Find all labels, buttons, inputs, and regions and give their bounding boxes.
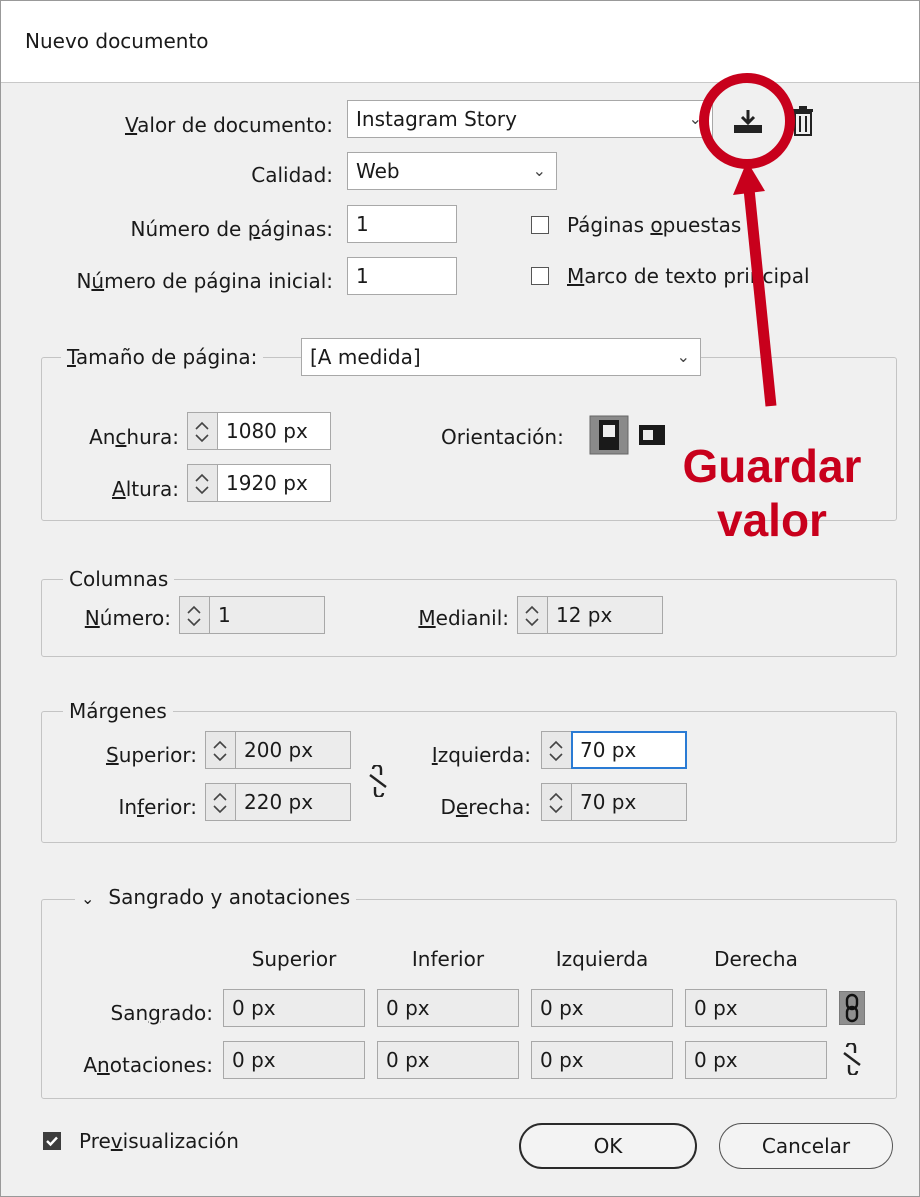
width-input[interactable]: 1080 px (217, 412, 331, 450)
preview-checkbox[interactable] (43, 1132, 61, 1150)
bleed-right-input[interactable]: 0 px (685, 989, 827, 1027)
margin-top-input[interactable]: 200 px (235, 731, 351, 769)
preset-label-rest: alor de documento: (137, 113, 333, 137)
slug-right-input[interactable]: 0 px (685, 1041, 827, 1079)
pages-label-b: áginas: (260, 217, 333, 241)
gutter-stepper[interactable] (517, 596, 547, 634)
bleed-top-input[interactable]: 0 px (223, 989, 365, 1027)
page-size-value: [A medida] (310, 345, 421, 369)
columns-legend: Columnas (63, 567, 175, 591)
bleed-col-left: Izquierda (555, 947, 649, 971)
margin-bottom-stepper[interactable] (205, 783, 235, 821)
height-label: Altura: (112, 477, 179, 501)
bleed-col-top: Superior (251, 947, 337, 971)
bleed-bottom-input[interactable]: 0 px (377, 989, 519, 1027)
title-bar: Nuevo documento (1, 1, 919, 83)
check-icon (46, 1136, 58, 1147)
quality-value: Web (356, 159, 400, 183)
link-icon[interactable] (838, 990, 866, 1030)
preview-label: Previsualización (79, 1129, 239, 1153)
bleed-label: Sangrado: (110, 1001, 214, 1025)
facing-pages-checkbox[interactable] (531, 216, 549, 234)
bleed-col-bottom: Inferior (411, 947, 485, 971)
height-stepper[interactable] (187, 464, 217, 502)
slug-bottom-input[interactable]: 0 px (377, 1041, 519, 1079)
width-label: Anchura: (89, 425, 179, 449)
pages-label-a: Número de (130, 217, 248, 241)
slug-top-input[interactable]: 0 px (223, 1041, 365, 1079)
quality-label: Calidad: (251, 163, 333, 187)
unlink-icon[interactable] (367, 763, 389, 802)
gutter-label: Medianil: (418, 606, 509, 630)
chevron-down-icon: ⌄ (676, 347, 690, 366)
primary-text-frame-checkbox[interactable] (531, 267, 549, 285)
start-page-label: Número de página inicial: (76, 269, 333, 293)
facing-pages-label: Páginas opuestas (567, 213, 742, 237)
margin-bottom-input[interactable]: 220 px (235, 783, 351, 821)
slug-left-input[interactable]: 0 px (531, 1041, 673, 1079)
window-title: Nuevo documento (25, 29, 209, 53)
width-stepper[interactable] (187, 412, 217, 450)
margins-legend: Márgenes (63, 699, 173, 723)
unlink-icon[interactable] (841, 1041, 863, 1080)
columns-number-stepper[interactable] (179, 596, 209, 634)
new-document-dialog: Nuevo documento Valor de documento: Inst… (0, 0, 920, 1197)
ok-button[interactable]: OK (519, 1123, 697, 1169)
cancel-button[interactable]: Cancelar (719, 1123, 893, 1169)
height-input[interactable]: 1920 px (217, 464, 331, 502)
chevron-down-icon: ⌄ (532, 161, 546, 180)
margin-right-input[interactable]: 70 px (571, 783, 687, 821)
preset-label: Valor de documento: (124, 113, 333, 137)
pages-input[interactable]: 1 (347, 205, 457, 243)
start-page-input[interactable]: 1 (347, 257, 457, 295)
page-size-select[interactable]: [A medida] ⌄ (301, 338, 701, 376)
annotation-text-line2: valor (717, 494, 827, 546)
annotation-circle (699, 73, 795, 169)
gutter-input[interactable]: 12 px (547, 596, 663, 634)
margin-left-label: Izquierda: (431, 743, 531, 767)
margin-top-label: Superior: (105, 743, 197, 767)
columns-number-input[interactable]: 1 (209, 596, 325, 634)
orientation-label: Orientación: (441, 425, 564, 449)
bleed-slug-toggle[interactable]: ⌄ Sangrado y anotaciones (75, 885, 357, 911)
margin-right-stepper[interactable] (541, 783, 571, 821)
margin-right-label: Derecha: (440, 795, 531, 819)
bleed-left-input[interactable]: 0 px (531, 989, 673, 1027)
chevron-down-icon: ⌄ (81, 889, 95, 908)
preset-value: Instagram Story (356, 107, 517, 131)
margin-bottom-label: Inferior: (118, 795, 197, 819)
margin-left-stepper[interactable] (541, 731, 571, 769)
preset-select[interactable]: Instagram Story ⌄ (347, 100, 713, 138)
bleed-col-right: Derecha (714, 947, 798, 971)
bleed-slug-legend: Sangrado y anotaciones (108, 885, 351, 909)
page-size-label: Tamaño de página: (61, 345, 264, 369)
quality-select[interactable]: Web ⌄ (347, 152, 557, 190)
landscape-icon[interactable] (637, 419, 667, 454)
columns-number-label: Número: (84, 606, 171, 630)
margins-group (41, 711, 897, 843)
annotation-arrow (733, 161, 777, 407)
pages-label: Número de páginas: (130, 217, 333, 241)
annotation-text-line1: Guardar (682, 440, 862, 492)
slug-label: Anotaciones: (83, 1053, 213, 1077)
margin-top-stepper[interactable] (205, 731, 235, 769)
portrait-icon[interactable] (589, 415, 629, 460)
margin-left-input[interactable]: 70 px (571, 731, 687, 769)
